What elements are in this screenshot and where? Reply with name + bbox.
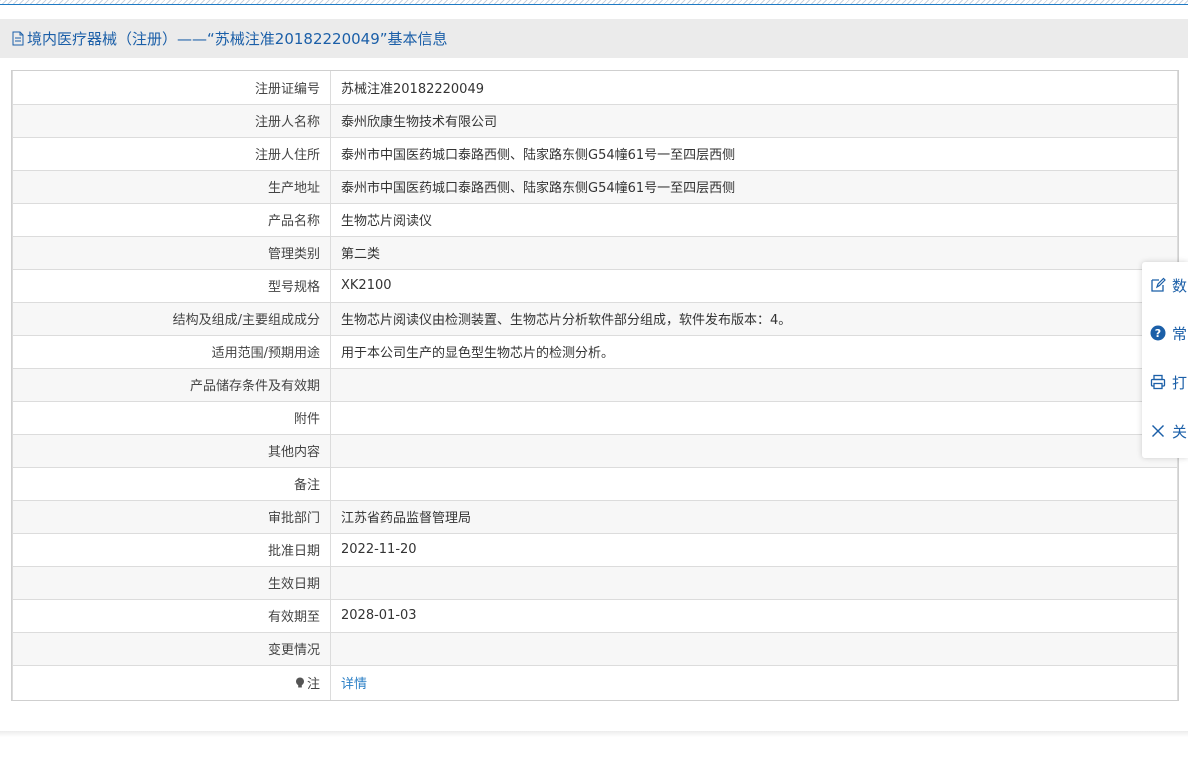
table-row: 生效日期 <box>12 565 1178 600</box>
document-icon <box>12 31 24 46</box>
table-row: 型号规格 XK2100 <box>12 268 1178 303</box>
float-item-print[interactable]: 打 <box>1150 371 1187 393</box>
row-value: 2022-11-20 <box>330 532 1178 567</box>
details-link[interactable]: 详情 <box>341 677 367 692</box>
row-label: 附件 <box>12 400 331 435</box>
float-item-label: 关 <box>1172 422 1188 441</box>
row-value: 生物芯片阅读仪由检测装置、生物芯片分析软件部分组成，软件发布版本：4。 <box>330 301 1178 336</box>
row-value: 用于本公司生产的显色型生物芯片的检测分析。 <box>330 334 1178 369</box>
table-row: 注册证编号 苏械注准20182220049 <box>12 71 1178 105</box>
edit-icon <box>1151 277 1166 292</box>
print-icon <box>1150 374 1166 390</box>
table-row: 注 详情 <box>12 664 1178 700</box>
row-value: 详情 <box>330 664 1178 700</box>
row-label: 审批部门 <box>12 499 331 534</box>
row-label: 产品名称 <box>12 202 331 237</box>
row-value: 江苏省药品监督管理局 <box>330 499 1178 534</box>
row-value: 生物芯片阅读仪 <box>330 202 1178 237</box>
row-label: 结构及组成/主要组成成分 <box>12 301 331 336</box>
table-row: 有效期至 2028-01-03 <box>12 598 1178 633</box>
table-row: 生产地址 泰州市中国医药城口泰路西侧、陆家路东侧G54幢61号一至四层西侧 <box>12 169 1178 204</box>
row-value: 第二类 <box>330 235 1178 270</box>
row-label: 其他内容 <box>12 433 331 468</box>
row-label: 产品储存条件及有效期 <box>12 367 331 402</box>
row-value <box>330 631 1178 666</box>
row-value: 泰州市中国医药城口泰路西侧、陆家路东侧G54幢61号一至四层西侧 <box>330 136 1178 171</box>
row-label: 适用范围/预期用途 <box>12 334 331 369</box>
close-icon <box>1152 425 1164 437</box>
row-label: 生效日期 <box>12 565 331 600</box>
table-row: 产品储存条件及有效期 <box>12 367 1178 402</box>
note-label: 注 <box>306 677 320 693</box>
bottom-shadow <box>0 731 1188 737</box>
info-table-container: 注册证编号 苏械注准20182220049 注册人名称 泰州欣康生物技术有限公司… <box>11 70 1179 701</box>
row-label: 注册证编号 <box>12 71 331 105</box>
row-value <box>330 433 1178 468</box>
row-label: 管理类别 <box>12 235 331 270</box>
float-item-close[interactable]: 关 <box>1150 420 1187 442</box>
table-row: 附件 <box>12 400 1178 435</box>
table-row: 注册人名称 泰州欣康生物技术有限公司 <box>12 103 1178 138</box>
row-value <box>330 367 1178 402</box>
float-item-label: 数 <box>1172 276 1188 295</box>
table-row: 批准日期 2022-11-20 <box>12 532 1178 567</box>
table-row: 结构及组成/主要组成成分 生物芯片阅读仪由检测装置、生物芯片分析软件部分组成，软… <box>12 301 1178 336</box>
row-value <box>330 466 1178 501</box>
row-label: 有效期至 <box>12 598 331 633</box>
float-item-faq[interactable]: ? 常 <box>1150 322 1187 344</box>
float-item-label: 打 <box>1172 373 1188 392</box>
help-icon: ? <box>1150 325 1166 341</box>
float-item-data[interactable]: 数 <box>1150 274 1187 296</box>
row-label: 变更情况 <box>12 631 331 666</box>
info-table: 注册证编号 苏械注准20182220049 注册人名称 泰州欣康生物技术有限公司… <box>12 71 1178 700</box>
row-value <box>330 400 1178 435</box>
float-item-label: 常 <box>1172 324 1188 343</box>
floating-toolbar: 数 ? 常 打 关 <box>1142 262 1188 458</box>
top-accent-line <box>0 4 1188 5</box>
table-row: 产品名称 生物芯片阅读仪 <box>12 202 1178 237</box>
lightbulb-icon <box>295 677 304 688</box>
row-label: 备注 <box>12 466 331 501</box>
row-label: 型号规格 <box>12 268 331 303</box>
row-value <box>330 565 1178 600</box>
table-row: 注册人住所 泰州市中国医药城口泰路西侧、陆家路东侧G54幢61号一至四层西侧 <box>12 136 1178 171</box>
table-row: 其他内容 <box>12 433 1178 468</box>
table-row: 变更情况 <box>12 631 1178 666</box>
row-value: 泰州欣康生物技术有限公司 <box>330 103 1178 138</box>
row-label: 注册人名称 <box>12 103 331 138</box>
row-value: 泰州市中国医药城口泰路西侧、陆家路东侧G54幢61号一至四层西侧 <box>330 169 1178 204</box>
page-title: 境内医疗器械（注册）——“苏械注准20182220049”基本信息 <box>27 30 448 48</box>
table-row: 审批部门 江苏省药品监督管理局 <box>12 499 1178 534</box>
row-label: 生产地址 <box>12 169 331 204</box>
row-label: 批准日期 <box>12 532 331 567</box>
table-row: 管理类别 第二类 <box>12 235 1178 270</box>
row-value: 苏械注准20182220049 <box>330 71 1178 105</box>
page-title-bar: 境内医疗器械（注册）——“苏械注准20182220049”基本信息 <box>0 19 1188 58</box>
row-label-note: 注 <box>12 664 331 700</box>
table-row: 备注 <box>12 466 1178 501</box>
row-value: 2028-01-03 <box>330 598 1178 633</box>
row-label: 注册人住所 <box>12 136 331 171</box>
table-row: 适用范围/预期用途 用于本公司生产的显色型生物芯片的检测分析。 <box>12 334 1178 369</box>
row-value: XK2100 <box>330 268 1178 303</box>
svg-text:?: ? <box>1155 327 1161 340</box>
